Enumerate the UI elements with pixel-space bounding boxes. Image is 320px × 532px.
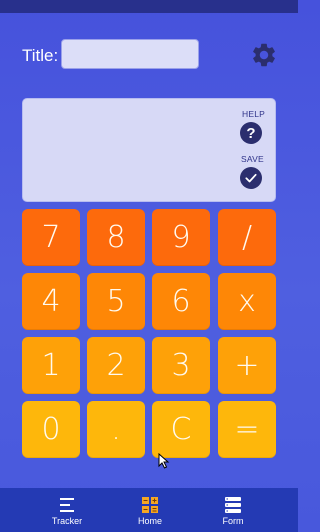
save-button[interactable] <box>240 167 262 189</box>
help-button[interactable]: ? <box>240 122 262 144</box>
key-4[interactable]: 4 <box>22 273 80 330</box>
key-3[interactable]: 3 <box>152 337 210 394</box>
key-1[interactable]: 1 <box>22 337 80 394</box>
keypad: 7 8 9 / 4 5 6 x 1 2 3 + 0 . C = <box>22 209 276 458</box>
key-divide[interactable]: / <box>218 209 276 266</box>
form-icon <box>225 497 241 513</box>
nav-item-home[interactable]: Home <box>110 488 190 532</box>
key-7[interactable]: 7 <box>22 209 80 266</box>
nav-label-form: Form <box>222 516 244 526</box>
gear-icon[interactable] <box>250 41 278 69</box>
key-plus[interactable]: + <box>218 337 276 394</box>
question-icon: ? <box>246 124 256 142</box>
calculator-display: HELP ? SAVE <box>22 98 276 202</box>
key-6[interactable]: 6 <box>152 273 210 330</box>
list-icon <box>60 498 74 512</box>
checkmark-icon <box>245 173 257 183</box>
key-clear[interactable]: C <box>152 401 210 458</box>
key-9[interactable]: 9 <box>152 209 210 266</box>
key-8[interactable]: 8 <box>87 209 145 266</box>
nav-label-home: Home <box>137 516 162 526</box>
header: Title: <box>0 13 298 91</box>
nav-item-form[interactable]: Form <box>193 488 273 532</box>
help-label: HELP <box>242 109 266 119</box>
save-label: SAVE <box>241 154 264 164</box>
key-equals[interactable]: = <box>218 401 276 458</box>
nav-label-tracker: Tracker <box>51 516 83 526</box>
key-5[interactable]: 5 <box>87 273 145 330</box>
key-0[interactable]: 0 <box>22 401 80 458</box>
nav-item-tracker[interactable]: Tracker <box>27 488 107 532</box>
key-decimal[interactable]: . <box>87 401 145 458</box>
mouse-cursor-icon <box>158 453 170 469</box>
calculator-icon <box>142 497 158 513</box>
bottom-nav: Tracker Home Form <box>0 488 298 532</box>
title-input[interactable] <box>61 39 199 69</box>
key-multiply[interactable]: x <box>218 273 276 330</box>
title-label: Title: <box>22 46 59 65</box>
key-2[interactable]: 2 <box>87 337 145 394</box>
status-bar <box>0 0 298 13</box>
